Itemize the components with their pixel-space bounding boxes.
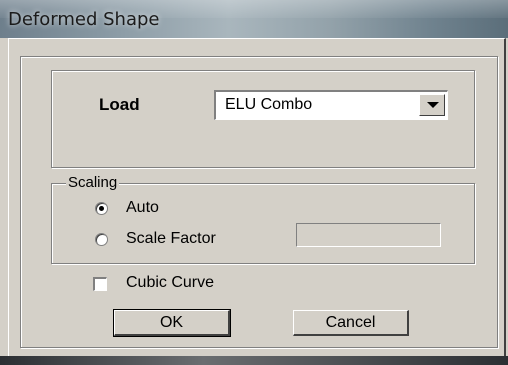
scale-factor-radio[interactable]: [95, 233, 108, 246]
load-combo-value: ELU Combo: [225, 96, 313, 113]
combo-dropdown-button[interactable]: [419, 94, 445, 116]
scale-factor-input[interactable]: [296, 223, 441, 247]
ok-button[interactable]: OK: [113, 309, 231, 337]
auto-radio-label[interactable]: Auto: [126, 199, 159, 217]
taskbar-strip: [0, 356, 508, 365]
window-title: Deformed Shape: [8, 9, 160, 30]
chevron-down-icon: [427, 102, 439, 108]
cubic-curve-checkbox[interactable]: [93, 277, 107, 291]
title-bar[interactable]: Deformed Shape: [0, 0, 508, 38]
radio-selected-dot: [99, 206, 104, 211]
load-label: Load: [99, 95, 140, 114]
cancel-button[interactable]: Cancel: [293, 310, 409, 336]
scaling-legend: Scaling: [66, 174, 120, 191]
scale-factor-radio-label[interactable]: Scale Factor: [126, 230, 216, 248]
cubic-curve-label[interactable]: Cubic Curve: [126, 274, 214, 292]
load-combo-select[interactable]: ELU Combo: [214, 90, 448, 120]
auto-radio[interactable]: [95, 202, 108, 215]
